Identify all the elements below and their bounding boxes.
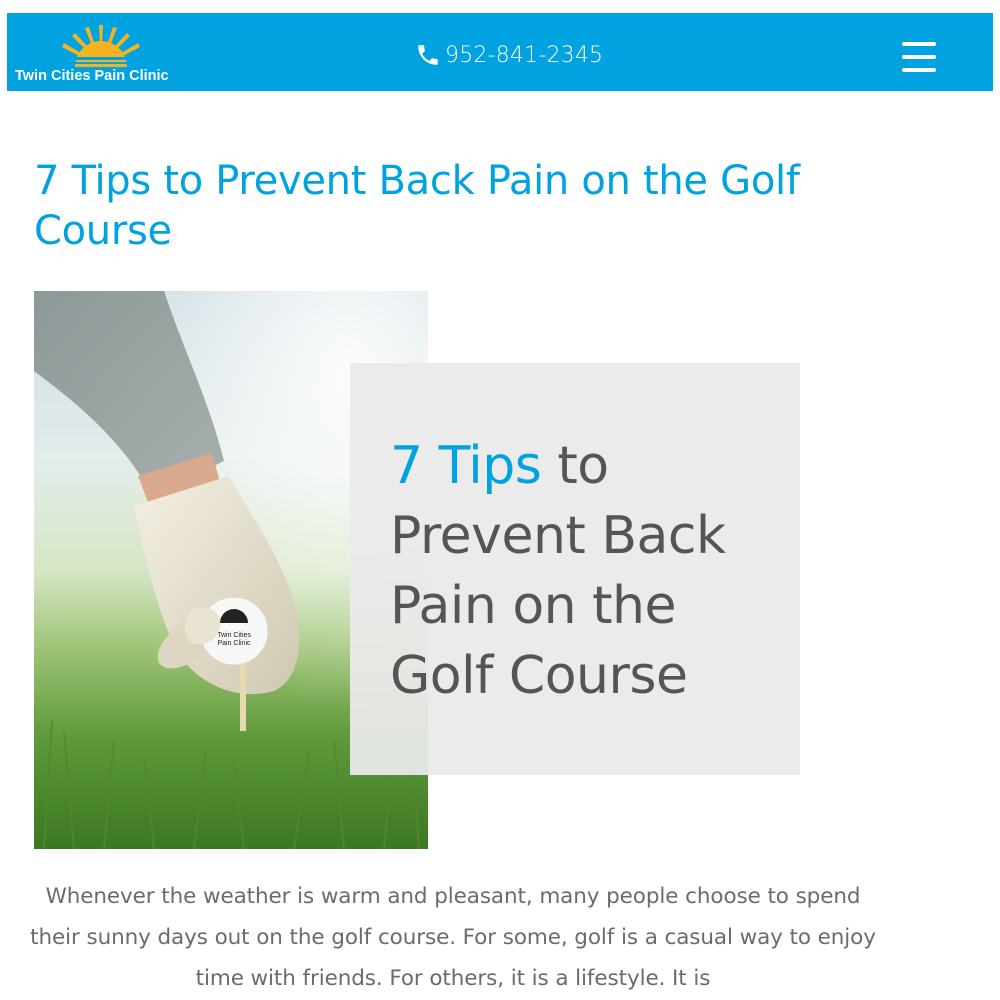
headline-accent: 7 Tips [390,436,542,496]
menu-button[interactable] [900,39,938,75]
phone-icon [418,45,438,65]
phone-link[interactable]: 952-841-2345 [415,39,603,71]
sun-logo-icon [61,25,141,67]
svg-text:Pain Clinic: Pain Clinic [217,640,251,647]
page: Twin Cities Pain Clinic 952-841-2345 7 T… [0,0,1000,1000]
intro-paragraph: Whenever the weather is warm and pleasan… [30,884,876,991]
featured-headline: 7 Tips to Prevent Back Pain on the Golf … [390,431,790,711]
page-title: 7 Tips to Prevent Back Pain on the Golf … [34,158,800,254]
phone-number: 952-841-2345 [445,42,604,68]
logo-text: Twin Cities Pain Clinic [15,68,169,84]
featured-headline-card: 7 Tips to Prevent Back Pain on the Golf … [350,363,800,775]
site-logo[interactable]: Twin Cities Pain Clinic [15,23,185,85]
ball-logo-text: Twin Cities [217,632,251,639]
site-header: Twin Cities Pain Clinic 952-841-2345 [7,13,993,91]
featured-image: Twin Cities Pain Clinic 7 Tips to Preven… [34,291,804,849]
